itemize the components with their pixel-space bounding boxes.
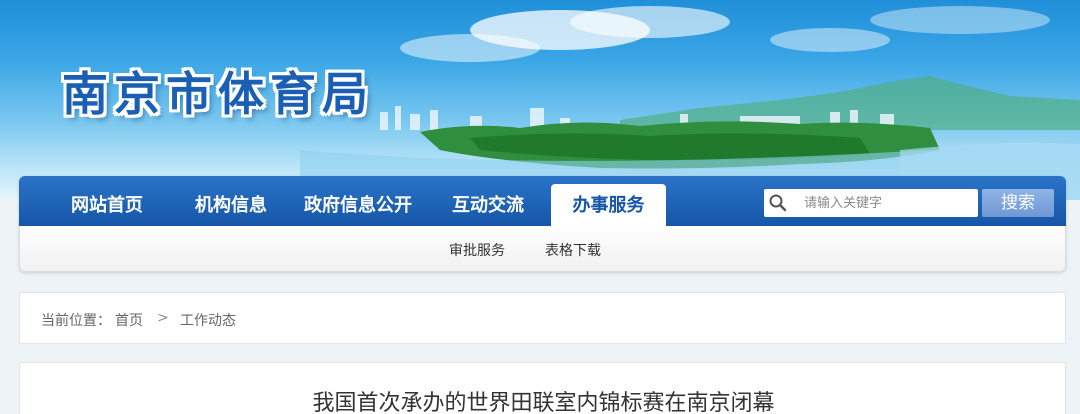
subnav-item-approval-services[interactable]: 审批服务 xyxy=(449,240,505,260)
search-button[interactable]: 搜索 xyxy=(982,189,1054,217)
search-input[interactable] xyxy=(804,189,974,217)
breadcrumb-separator: > xyxy=(157,310,169,326)
nav-item-home[interactable]: 网站首页 xyxy=(49,184,165,226)
nav-primary-bar: 网站首页 机构信息 政府信息公开 互动交流 办事服务 搜索 xyxy=(19,176,1066,226)
breadcrumb: 当前位置： 首页 > 工作动态 xyxy=(19,292,1066,344)
article-title: 我国首次承办的世界田联室内锦标赛在南京闭幕 xyxy=(312,391,775,414)
main-navigation: 网站首页 机构信息 政府信息公开 互动交流 办事服务 搜索 审批服务 表格下载 xyxy=(19,176,1066,272)
nav-item-services[interactable]: 办事服务 xyxy=(551,184,666,226)
site-title: 南京市体育局 xyxy=(62,67,374,121)
search-box xyxy=(764,189,978,217)
header-banner: 南京市体育局 xyxy=(0,0,1080,200)
search-icon xyxy=(769,194,787,212)
nav-item-org-info[interactable]: 机构信息 xyxy=(177,184,285,226)
breadcrumb-prefix: 当前位置： xyxy=(41,313,111,329)
breadcrumb-home-link[interactable]: 首页 xyxy=(115,310,143,330)
article-panel: 我国首次承办的世界田联室内锦标赛在南京闭幕 xyxy=(19,362,1066,414)
subnav-item-form-download[interactable]: 表格下载 xyxy=(545,240,601,260)
nav-item-interaction[interactable]: 互动交流 xyxy=(433,184,543,226)
nav-secondary-bar: 审批服务 表格下载 xyxy=(19,226,1066,272)
breadcrumb-current[interactable]: 工作动态 xyxy=(180,310,236,330)
nav-item-gov-info-disclosure[interactable]: 政府信息公开 xyxy=(293,184,423,226)
